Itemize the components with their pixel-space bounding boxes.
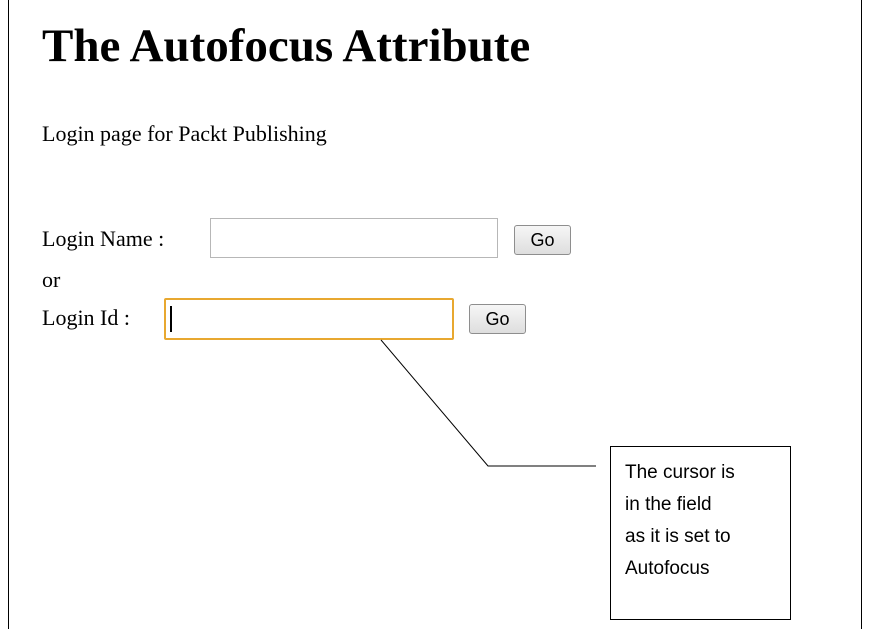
login-id-input[interactable] xyxy=(164,298,454,340)
callout-line-3: as it is set to xyxy=(625,526,731,547)
login-name-go-button[interactable]: Go xyxy=(514,225,571,255)
login-name-label: Login Name : xyxy=(42,226,165,251)
login-id-label: Login Id : xyxy=(42,305,130,330)
callout-line-2: in the field xyxy=(625,494,712,515)
text-cursor xyxy=(170,306,172,332)
login-name-input[interactable] xyxy=(210,218,498,258)
page-subtitle: Login page for Packt Publishing xyxy=(42,121,327,146)
callout-line-4: Autofocus xyxy=(625,558,710,579)
login-id-go-button[interactable]: Go xyxy=(469,304,526,334)
page-title: The Autofocus Attribute xyxy=(42,20,531,72)
callout-box: The cursor is in the field as it is set … xyxy=(610,446,791,620)
or-separator: or xyxy=(42,267,61,292)
callout-line-1: The cursor is xyxy=(625,462,735,483)
